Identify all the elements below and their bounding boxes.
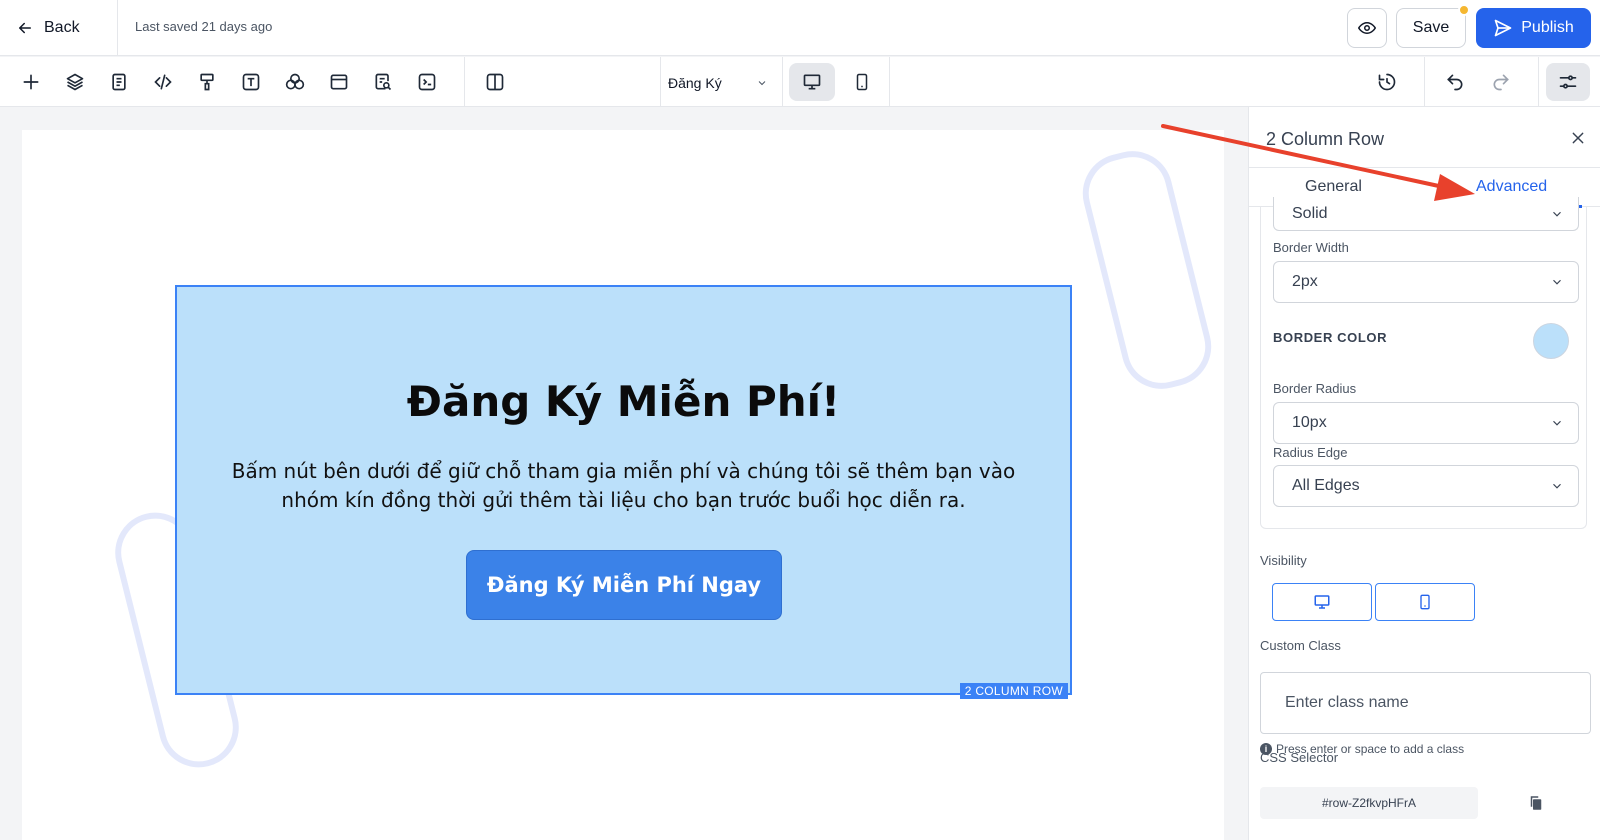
divider — [660, 57, 661, 107]
panel-title: 2 Column Row — [1266, 129, 1385, 149]
text-icon[interactable] — [236, 67, 266, 97]
divider — [117, 0, 118, 56]
back-button[interactable]: Back — [16, 14, 80, 42]
visibility-label: Visibility — [1260, 553, 1307, 568]
publish-button[interactable]: Publish — [1476, 8, 1591, 48]
border-color-label: BORDER COLOR — [1273, 330, 1388, 345]
row-heading[interactable]: Đăng Ký Miễn Phí! — [177, 377, 1070, 426]
divider — [1424, 57, 1425, 107]
arrow-left-icon — [19, 22, 31, 34]
desktop-icon — [803, 74, 821, 90]
chevron-down-icon — [758, 81, 766, 86]
shapes-icon[interactable] — [280, 67, 310, 97]
custom-class-input[interactable]: Enter class name — [1260, 672, 1591, 734]
settings-button[interactable] — [1546, 63, 1590, 101]
css-selector-label: CSS Selector — [1260, 750, 1339, 765]
border-radius-select[interactable]: 10px — [1273, 402, 1579, 444]
editor-canvas[interactable]: Đăng Ký Miễn Phí! Bấm nút bên dưới để gi… — [22, 130, 1224, 840]
settings-sliders-icon — [1559, 75, 1577, 89]
register-cta-button[interactable]: Đăng Ký Miễn Phí Ngay — [466, 550, 782, 620]
back-label: Back — [44, 19, 80, 36]
radius-edge-label: Radius Edge — [1273, 445, 1348, 460]
divider — [464, 57, 465, 107]
radius-edge-value: All Edges — [1292, 477, 1360, 494]
desktop-view-button[interactable] — [789, 63, 835, 101]
editor-toolbar: Đăng Ký — [0, 57, 1600, 107]
divider — [782, 57, 783, 107]
chevron-down-icon — [1553, 211, 1561, 217]
save-button[interactable]: Save — [1396, 8, 1466, 48]
decorative-shape — [1074, 142, 1220, 398]
layers-icon[interactable] — [60, 67, 90, 97]
row-type-tag: 2 COLUMN ROW — [959, 683, 1068, 699]
border-settings-group: Solid Border Width 2px BORDER COLOR Bord… — [1260, 197, 1587, 529]
terminal-icon[interactable] — [412, 67, 442, 97]
chevron-down-icon — [1553, 483, 1561, 489]
page-icon[interactable] — [104, 67, 134, 97]
visibility-mobile-toggle[interactable] — [1375, 583, 1475, 621]
divider — [889, 57, 890, 107]
tab-general[interactable]: General — [1305, 178, 1362, 196]
redo-icon[interactable] — [1486, 67, 1516, 97]
publish-label: Publish — [1521, 19, 1574, 36]
history-icon[interactable] — [1372, 67, 1402, 97]
chevron-down-icon — [1553, 420, 1561, 426]
mobile-view-button[interactable] — [842, 63, 882, 101]
divider — [1538, 57, 1539, 107]
border-style-select[interactable]: Solid — [1273, 197, 1579, 231]
undo-icon[interactable] — [1440, 67, 1470, 97]
border-width-label: Border Width — [1273, 240, 1349, 255]
columns-icon[interactable] — [480, 67, 510, 97]
row-description[interactable]: Bấm nút bên dưới để giữ chỗ tham gia miễ… — [207, 457, 1040, 515]
mobile-icon — [856, 73, 868, 91]
close-panel-button[interactable] — [1567, 127, 1589, 149]
tab-advanced[interactable]: Advanced — [1476, 178, 1547, 196]
code-icon[interactable] — [148, 67, 178, 97]
border-width-value: 2px — [1292, 273, 1318, 290]
desktop-icon — [1314, 595, 1330, 609]
border-width-select[interactable]: 2px — [1273, 261, 1579, 303]
layout-icon[interactable] — [324, 67, 354, 97]
css-selector-value: #row-Z2fkvpHFrA — [1260, 787, 1478, 819]
search-doc-icon[interactable] — [368, 67, 398, 97]
unsaved-indicator-dot — [1458, 4, 1470, 16]
chevron-down-icon — [1553, 279, 1561, 285]
paint-roller-icon[interactable] — [192, 67, 222, 97]
border-color-swatch[interactable] — [1533, 323, 1569, 359]
copy-icon[interactable] — [1527, 794, 1545, 812]
two-column-row[interactable]: Đăng Ký Miễn Phí! Bấm nút bên dưới để gi… — [175, 285, 1072, 699]
page-select-value: Đăng Ký — [668, 75, 722, 91]
preview-button[interactable] — [1347, 8, 1387, 48]
add-icon[interactable] — [16, 67, 46, 97]
last-saved-status: Last saved 21 days ago — [135, 19, 273, 34]
close-icon — [1572, 132, 1584, 144]
properties-panel: 2 Column Row General Advanced Solid Bord… — [1248, 107, 1600, 840]
eye-icon — [1358, 21, 1376, 35]
radius-edge-select[interactable]: All Edges — [1273, 465, 1579, 507]
visibility-desktop-toggle[interactable] — [1272, 583, 1372, 621]
custom-class-label: Custom Class — [1260, 638, 1341, 653]
border-radius-label: Border Radius — [1273, 381, 1357, 396]
mobile-icon — [1420, 594, 1430, 610]
border-style-value: Solid — [1292, 204, 1328, 222]
page-select[interactable]: Đăng Ký — [662, 70, 774, 96]
send-icon — [1494, 19, 1512, 37]
border-radius-value: 10px — [1292, 414, 1327, 431]
top-bar: Back Last saved 21 days ago Save Publish — [0, 0, 1600, 56]
